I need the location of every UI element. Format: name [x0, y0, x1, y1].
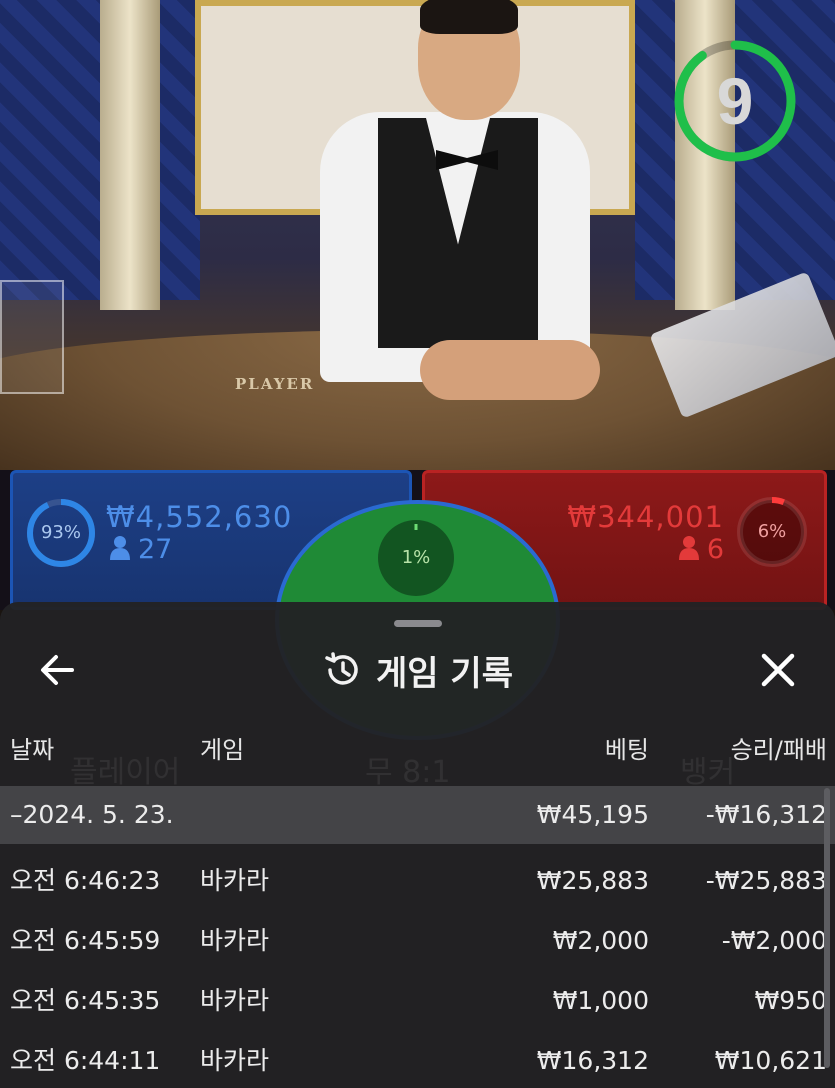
banker-total-amount: ₩344,001: [567, 500, 724, 534]
dealer-hands: [420, 340, 600, 400]
row-game: 바카라: [200, 986, 270, 1015]
date-group-label: –2024. 5. 23.: [10, 800, 174, 829]
row-bet: ₩2,000: [552, 926, 649, 955]
sheet-header: 게임 기록: [0, 642, 835, 698]
row-bet: ₩1,000: [552, 986, 649, 1015]
row-time: 오전 6:46:23: [10, 866, 161, 895]
table-row[interactable]: 오전 6:45:59 바카라 ₩2,000 -₩2,000: [0, 912, 835, 970]
table-row[interactable]: 오전 6:44:11 바카라 ₩16,312 ₩10,621: [0, 1032, 835, 1088]
player-total-amount: ₩4,552,630: [106, 500, 293, 534]
player-bettor-count: 27: [110, 534, 172, 565]
banker-bettor-count: 6: [660, 534, 724, 565]
row-win-loss: -₩25,883: [705, 866, 827, 895]
column-header-win-loss: 승리/패배: [730, 736, 827, 764]
page-title: 게임 기록: [376, 653, 513, 694]
pillar-left: [100, 0, 160, 310]
discard-tray: [0, 280, 64, 394]
row-game: 바카라: [200, 926, 270, 955]
row-win-loss: -₩2,000: [721, 926, 827, 955]
column-header-game: 게임: [200, 736, 245, 764]
banker-percent: 6%: [757, 521, 787, 542]
date-group-win-loss: -₩16,312: [705, 800, 827, 829]
table-header: 날짜 게임 베팅 승리/패배: [0, 730, 835, 780]
history-icon: [325, 652, 358, 685]
column-header-date: 날짜: [10, 736, 55, 764]
user-icon: [110, 536, 130, 560]
date-group-bet: ₩45,195: [536, 800, 649, 829]
row-bet: ₩25,883: [536, 866, 649, 895]
wall-panel: [160, 0, 200, 300]
player-percent: 93%: [40, 522, 81, 543]
row-time: 오전 6:44:11: [10, 1046, 161, 1075]
banker-count-value: 6: [706, 534, 724, 565]
row-win-loss: ₩950: [754, 986, 827, 1015]
close-button[interactable]: [750, 642, 806, 698]
player-count-value: 27: [138, 534, 173, 565]
date-group-row[interactable]: –2024. 5. 23. ₩45,195 -₩16,312: [0, 786, 835, 844]
scrollbar[interactable]: [824, 788, 830, 1068]
row-time: 오전 6:45:35: [10, 986, 161, 1015]
table-row[interactable]: 오전 6:45:35 바카라 ₩1,000 ₩950: [0, 972, 835, 1030]
table-row[interactable]: 오전 6:46:23 바카라 ₩25,883 -₩25,883: [0, 852, 835, 910]
row-game: 바카라: [200, 1046, 270, 1075]
tie-percent: 1%: [401, 547, 431, 568]
row-bet: ₩16,312: [536, 1046, 649, 1075]
table-label-player: PLAYER: [235, 375, 315, 393]
close-icon: [761, 653, 795, 687]
wall-panel-left: [0, 0, 110, 300]
user-icon: [678, 536, 699, 560]
row-game: 바카라: [200, 866, 270, 895]
dealer-hair: [420, 0, 518, 34]
sheet-drag-handle[interactable]: [394, 620, 442, 627]
timer-value: 9: [716, 64, 754, 138]
column-header-bet: 베팅: [604, 736, 649, 764]
game-history-sheet: 플레이어 무 8:1 뱅커 게임 기록 날짜 게임 베팅 승리/패배 –2024…: [0, 602, 835, 1088]
row-time: 오전 6:45:59: [10, 926, 161, 955]
row-win-loss: ₩10,621: [714, 1046, 827, 1075]
